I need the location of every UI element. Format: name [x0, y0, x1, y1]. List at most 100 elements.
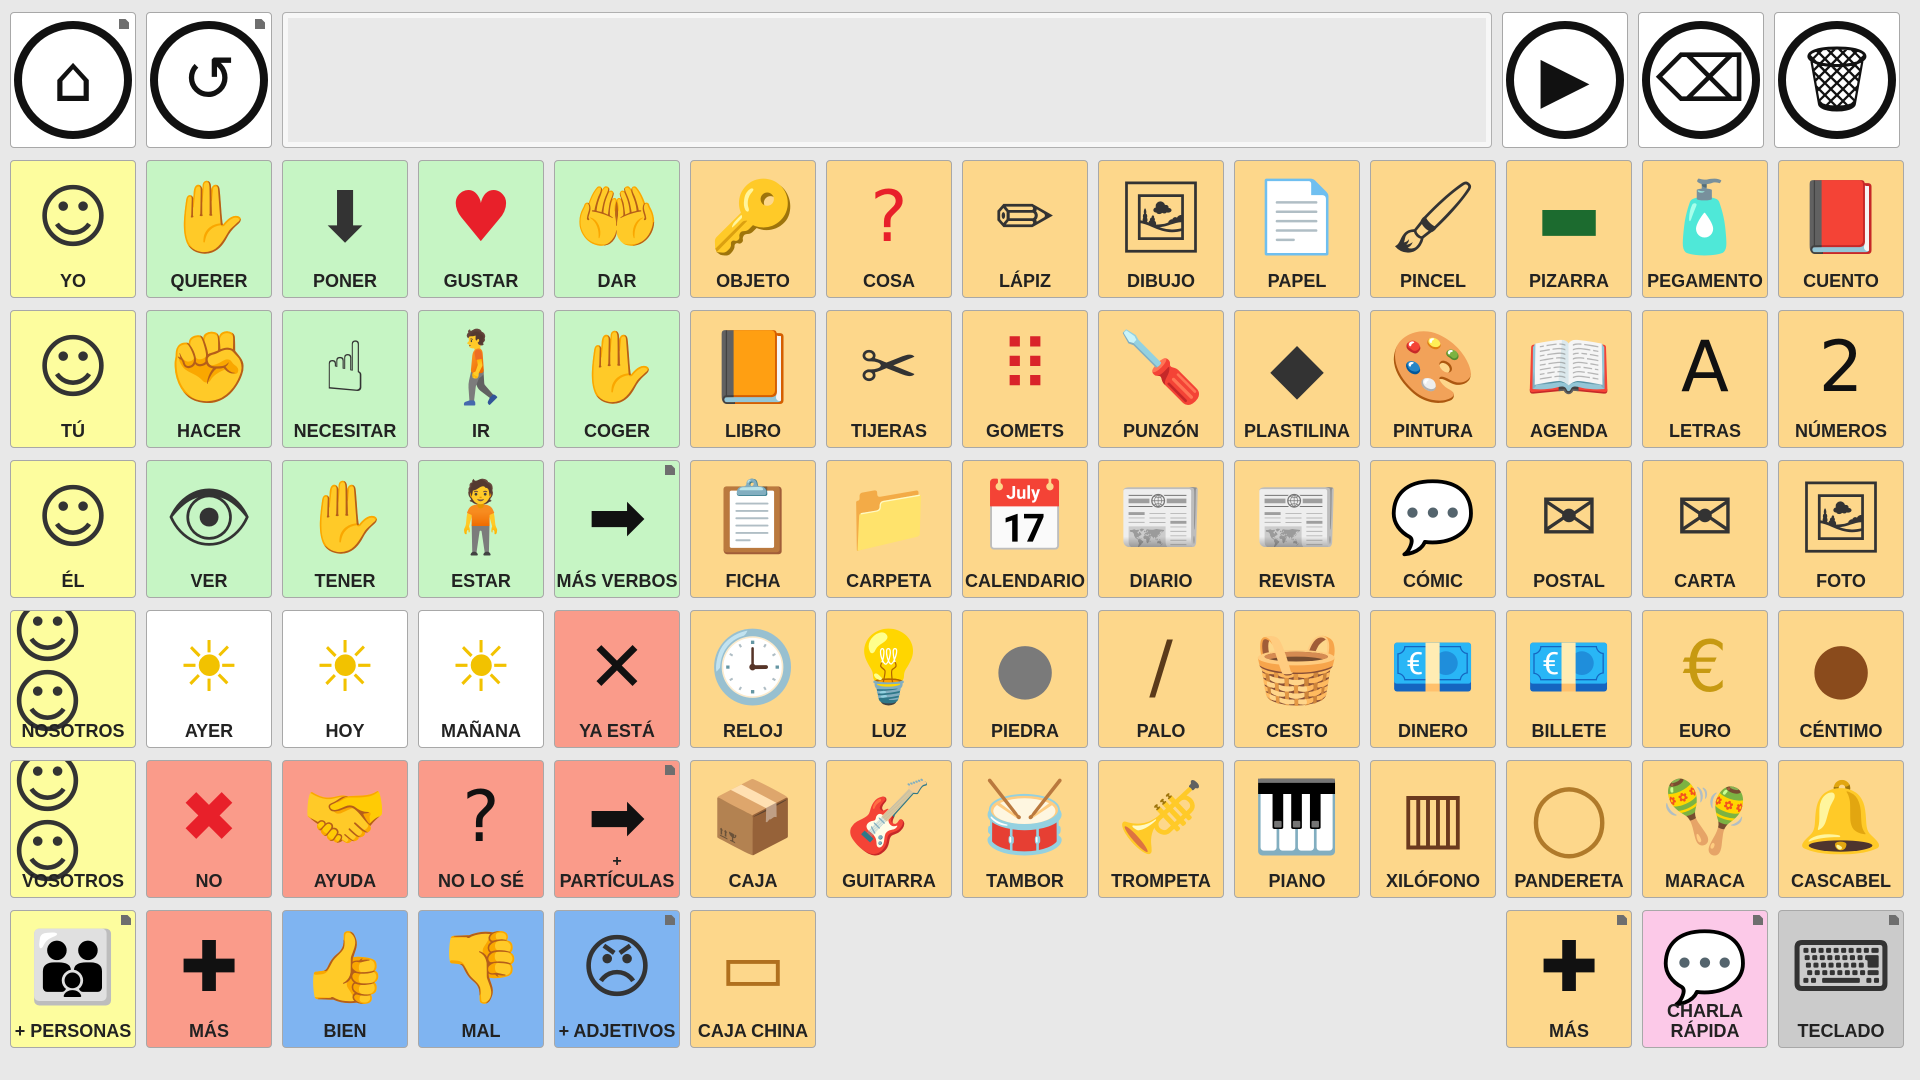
- cell-plastilina[interactable]: ◆ PLASTILINA: [1234, 310, 1360, 448]
- cell-ficha[interactable]: 📋 FICHA: [690, 460, 816, 598]
- cell-hoy[interactable]: ☀ HOY: [282, 610, 408, 748]
- cell-reloj[interactable]: 🕒 RELOJ: [690, 610, 816, 748]
- cell-pintura[interactable]: 🎨 PINTURA: [1370, 310, 1496, 448]
- cell-revista[interactable]: 📰 REVISTA: [1234, 460, 1360, 598]
- particles-icon: ➡: [587, 776, 647, 858]
- cell-ver[interactable]: 👁 VER: [146, 460, 272, 598]
- cell-label: NO: [195, 871, 223, 892]
- cell-pegamento[interactable]: 🧴 PEGAMENTO: [1642, 160, 1768, 298]
- cell-no[interactable]: ✖ NO: [146, 760, 272, 898]
- cell-mal[interactable]: 👎 MAL: [418, 910, 544, 1048]
- cell-punzón[interactable]: 🪛 PUNZÓN: [1098, 310, 1224, 448]
- cell-ayuda[interactable]: 🤝 AYUDA: [282, 760, 408, 898]
- cell-luz[interactable]: 💡 LUZ: [826, 610, 952, 748]
- storybook-icon: 📕: [1797, 176, 1885, 258]
- cell-coger[interactable]: ✋ COGER: [554, 310, 680, 448]
- cell-hacer[interactable]: ✊ HACER: [146, 310, 272, 448]
- cell-label: PAPEL: [1267, 271, 1327, 292]
- cell-pizarra[interactable]: ▬ PIZARRA: [1506, 160, 1632, 298]
- cell-partículas[interactable]: ➡ + PARTÍCULAS: [554, 760, 680, 898]
- cell-tijeras[interactable]: ✂ TIJERAS: [826, 310, 952, 448]
- cell-label: CAJA CHINA: [697, 1021, 809, 1042]
- speak-button[interactable]: ▶: [1502, 12, 1628, 148]
- cell-letras[interactable]: A LETRAS: [1642, 310, 1768, 448]
- cell-teclado[interactable]: ⌨ TECLADO: [1778, 910, 1904, 1048]
- cell-carta[interactable]: ✉ CARTA: [1642, 460, 1768, 598]
- cell-dar[interactable]: 🤲 DAR: [554, 160, 680, 298]
- cell-vosotros[interactable]: ☺☺ VOSOTROS: [10, 760, 136, 898]
- cell-lápiz[interactable]: ✏ LÁPIZ: [962, 160, 1088, 298]
- cell-xilófono[interactable]: ▥ XILÓFONO: [1370, 760, 1496, 898]
- lightbulb-icon: 💡: [845, 626, 933, 708]
- cell-ayer[interactable]: ☀ AYER: [146, 610, 272, 748]
- cell-foto[interactable]: 🖼 FOTO: [1778, 460, 1904, 598]
- cell-dinero[interactable]: 💶 DINERO: [1370, 610, 1496, 748]
- backspace-button[interactable]: ⌫: [1638, 12, 1764, 148]
- cell-bien[interactable]: 👍 BIEN: [282, 910, 408, 1048]
- undo-button[interactable]: ↺: [146, 12, 272, 148]
- cell-pandereta[interactable]: ◯ PANDERETA: [1506, 760, 1632, 898]
- cell-ir[interactable]: 🚶 IR: [418, 310, 544, 448]
- cell-tambor[interactable]: 🥁 TAMBOR: [962, 760, 1088, 898]
- cell-ya-está[interactable]: ✕ YA ESTÁ: [554, 610, 680, 748]
- cell-label: CHARLA RÁPIDA: [1667, 1000, 1743, 1042]
- cell-cesto[interactable]: 🧺 CESTO: [1234, 610, 1360, 748]
- cell-más[interactable]: ✚ MÁS: [1506, 910, 1632, 1048]
- cell-mañana[interactable]: ☀ MAÑANA: [418, 610, 544, 748]
- cell-él[interactable]: ☺ ÉL: [10, 460, 136, 598]
- like-heart-icon: ♥: [449, 176, 513, 258]
- cell-carpeta[interactable]: 📁 CARPETA: [826, 460, 952, 598]
- cell-necesitar[interactable]: ☝ NECESITAR: [282, 310, 408, 448]
- cell-objeto[interactable]: 🔑 OBJETO: [690, 160, 816, 298]
- cell-trompeta[interactable]: 🎺 TROMPETA: [1098, 760, 1224, 898]
- cell-poner[interactable]: ⬇ PONER: [282, 160, 408, 298]
- cell-postal[interactable]: ✉ POSTAL: [1506, 460, 1632, 598]
- cell-querer[interactable]: ✋ QUERER: [146, 160, 272, 298]
- cell-cosa[interactable]: ? COSA: [826, 160, 952, 298]
- cell-guitarra[interactable]: 🎸 GUITARRA: [826, 760, 952, 898]
- cell-adjetivos[interactable]: 😠 + ADJETIVOS: [554, 910, 680, 1048]
- cell-piano[interactable]: 🎹 PIANO: [1234, 760, 1360, 898]
- cell-charla-rápida[interactable]: 💬 CHARLA RÁPIDA: [1642, 910, 1768, 1048]
- cell-estar[interactable]: 🧍 ESTAR: [418, 460, 544, 598]
- cell-libro[interactable]: 📙 LIBRO: [690, 310, 816, 448]
- cell-caja[interactable]: 📦 CAJA: [690, 760, 816, 898]
- cell-piedra[interactable]: ● PIEDRA: [962, 610, 1088, 748]
- cell-céntimo[interactable]: ● CÉNTIMO: [1778, 610, 1904, 748]
- cell-calendario[interactable]: 📅 CALENDARIO: [962, 460, 1088, 598]
- cell-label: + PERSONAS: [14, 1021, 132, 1042]
- cell-cómic[interactable]: 💬 CÓMIC: [1370, 460, 1496, 598]
- cell-yo[interactable]: ☺ YO: [10, 160, 136, 298]
- cell-más[interactable]: ✚ MÁS: [146, 910, 272, 1048]
- cell-palo[interactable]: / PALO: [1098, 610, 1224, 748]
- home-button[interactable]: ⌂: [10, 12, 136, 148]
- cell-maraca[interactable]: 🪇 MARACA: [1642, 760, 1768, 898]
- cell-gomets[interactable]: ⠿ GOMETS: [962, 310, 1088, 448]
- cell-pincel[interactable]: 🖌 PINCEL: [1370, 160, 1496, 298]
- objects-icon: 🔑: [709, 176, 797, 258]
- cell-euro[interactable]: € EURO: [1642, 610, 1768, 748]
- cell-números[interactable]: 2 NÚMEROS: [1778, 310, 1904, 448]
- cell-gustar[interactable]: ♥ GUSTAR: [418, 160, 544, 298]
- cell-caja-china[interactable]: ▭ CAJA CHINA: [690, 910, 816, 1048]
- cell-no-lo-sé[interactable]: ? NO LO SÉ: [418, 760, 544, 898]
- pencil-icon: ✏: [995, 176, 1055, 258]
- cell-personas[interactable]: 👪 + PERSONAS: [10, 910, 136, 1048]
- cell-cuento[interactable]: 📕 CUENTO: [1778, 160, 1904, 298]
- cell-diario[interactable]: 📰 DIARIO: [1098, 460, 1224, 598]
- calendar-icon: 📅: [981, 476, 1069, 558]
- cell-más-verbos[interactable]: ➡ MÁS VERBOS: [554, 460, 680, 598]
- blackboard-icon: ▬: [1535, 176, 1603, 258]
- cell-billete[interactable]: 💶 BILLETE: [1506, 610, 1632, 748]
- cell-papel[interactable]: 📄 PAPEL: [1234, 160, 1360, 298]
- cell-tener[interactable]: ✋ TENER: [282, 460, 408, 598]
- cell-label: CÓMIC: [1403, 571, 1463, 592]
- folder-corner-icon: [119, 19, 129, 29]
- message-bar[interactable]: [282, 12, 1492, 148]
- cell-agenda[interactable]: 📖 AGENDA: [1506, 310, 1632, 448]
- cell-cascabel[interactable]: 🔔 CASCABEL: [1778, 760, 1904, 898]
- cell-tú[interactable]: ☺ TÚ: [10, 310, 136, 448]
- cell-nosotros[interactable]: ☺☺ NOSOTROS: [10, 610, 136, 748]
- clear-button[interactable]: 🗑: [1774, 12, 1900, 148]
- cell-dibujo[interactable]: 🖼 DIBUJO: [1098, 160, 1224, 298]
